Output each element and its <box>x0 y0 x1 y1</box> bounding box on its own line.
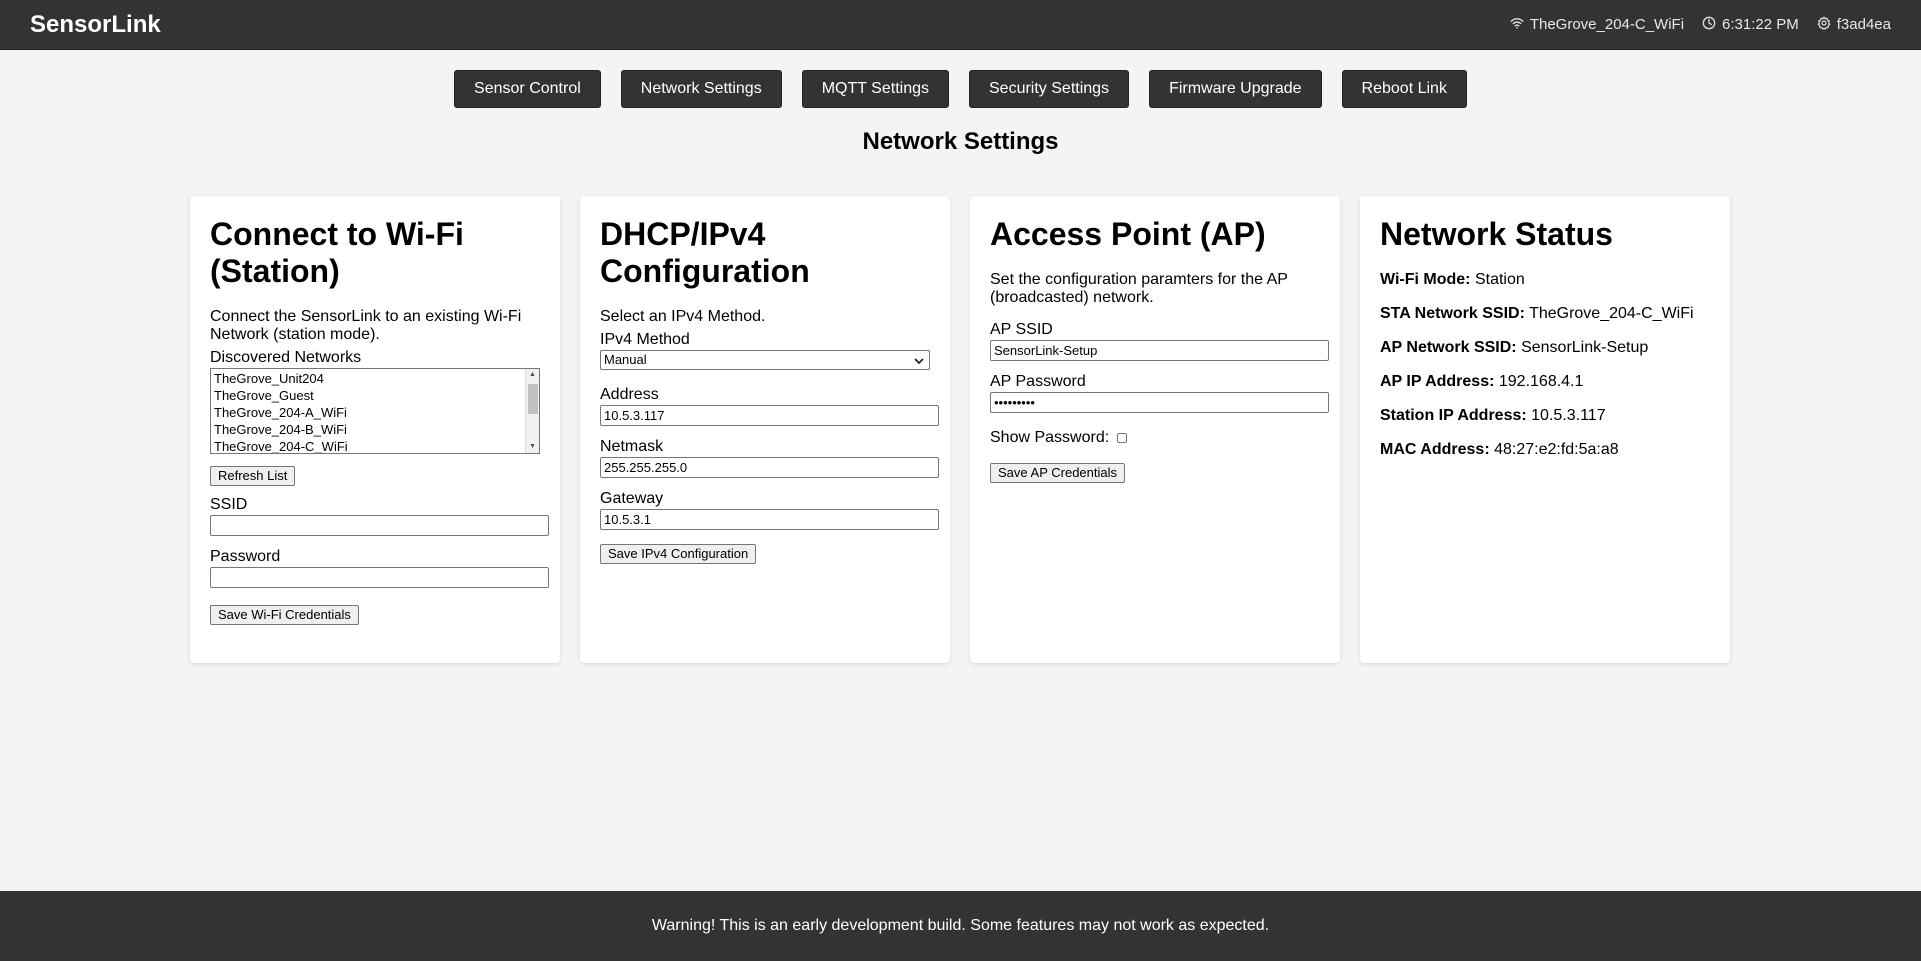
settings-panels: Connect to Wi-Fi (Station) Connect the S… <box>190 196 1730 663</box>
page-title: Network Settings <box>862 128 1059 155</box>
status-key: Station IP Address: <box>1380 407 1527 424</box>
header-status: TheGrove_204-C_WiFi 6:31:22 PM f3ad4ea <box>1510 16 1891 34</box>
nav-security-settings[interactable]: Security Settings <box>969 70 1130 108</box>
address-label: Address <box>600 386 659 403</box>
dhcp-card-title: DHCP/IPv4 Configuration <box>600 216 810 289</box>
status-row-sta-ssid: STA Network SSID: TheGrove_204-C_WiFi <box>1380 305 1710 323</box>
save-wifi-credentials-button[interactable]: Save Wi-Fi Credentials <box>210 605 359 625</box>
scroll-down-icon[interactable]: ▼ <box>529 443 536 451</box>
nav-reboot-link[interactable]: Reboot Link <box>1341 70 1467 108</box>
nav-sensor-control[interactable]: Sensor Control <box>454 70 601 108</box>
nav-network-settings[interactable]: Network Settings <box>620 70 782 108</box>
networks-scrollbar[interactable]: ▲ ▼ <box>525 369 539 453</box>
ap-description: Set the configuration paramters for the … <box>990 271 1288 306</box>
network-item[interactable]: TheGrove_Guest <box>214 387 536 404</box>
show-password-label: Show Password: <box>990 429 1110 446</box>
status-value: 10.5.3.117 <box>1531 407 1606 424</box>
status-key: AP Network SSID: <box>1380 339 1517 356</box>
status-value: TheGrove_204-C_WiFi <box>1529 305 1694 322</box>
show-password-checkbox[interactable] <box>1117 433 1128 443</box>
top-bar: SensorLink TheGrove_204-C_WiFi 6:31:22 P <box>0 0 1921 50</box>
status-value: 192.168.4.1 <box>1498 373 1584 390</box>
ap-ssid-input[interactable] <box>990 340 1329 361</box>
wifi-description: Connect the SensorLink to an existing Wi… <box>210 308 522 343</box>
status-row-wifi-mode: Wi-Fi Mode: Station <box>1380 271 1710 289</box>
network-item[interactable]: TheGrove_204-B_WiFi <box>214 421 536 438</box>
gateway-label: Gateway <box>600 490 664 507</box>
ap-ssid-label: AP SSID <box>990 321 1053 338</box>
ssid-input[interactable] <box>210 515 549 536</box>
device-status: f3ad4ea <box>1817 16 1891 34</box>
footer-warning: Warning! This is an early development bu… <box>0 891 1921 961</box>
wifi-station-card: Connect to Wi-Fi (Station) Connect the S… <box>190 196 560 663</box>
status-value: 48:27:e2:fd:5a:a8 <box>1494 441 1619 458</box>
network-item[interactable]: TheGrove_204-A_WiFi <box>214 404 536 421</box>
scroll-up-icon[interactable]: ▲ <box>529 371 536 379</box>
main-nav: Sensor Control Network Settings MQTT Set… <box>0 70 1921 108</box>
status-row-station-ip: Station IP Address: 10.5.3.117 <box>1380 407 1710 425</box>
network-status-card: Network Status Wi-Fi Mode: Station STA N… <box>1360 196 1730 663</box>
footer-text: Warning! This is an early development bu… <box>651 917 1270 934</box>
networks-label: Discovered Networks <box>210 349 362 366</box>
wifi-ssid: TheGrove_204-C_WiFi <box>1529 16 1685 33</box>
status-key: Wi-Fi Mode: <box>1380 271 1471 288</box>
nav-firmware-upgrade[interactable]: Firmware Upgrade <box>1149 70 1322 108</box>
status-key: AP IP Address: <box>1380 373 1495 390</box>
scroll-thumb[interactable] <box>528 384 538 414</box>
dhcp-ipv4-card: DHCP/IPv4 Configuration Select an IPv4 M… <box>580 196 950 663</box>
status-card-title: Network Status <box>1380 216 1613 252</box>
dhcp-description: Select an IPv4 Method. <box>600 308 766 325</box>
address-input[interactable] <box>600 405 939 426</box>
brand-title: SensorLink <box>30 10 161 38</box>
status-row-mac: MAC Address: 48:27:e2:fd:5a:a8 <box>1380 441 1710 459</box>
status-value: SensorLink-Setup <box>1521 339 1649 356</box>
wifi-status: TheGrove_204-C_WiFi <box>1510 16 1684 34</box>
save-ipv4-button[interactable]: Save IPv4 Configuration <box>600 544 757 564</box>
status-row-ap-ssid: AP Network SSID: SensorLink-Setup <box>1380 339 1710 357</box>
ipv4-method-label: IPv4 Method <box>600 331 690 348</box>
chevron-down-icon <box>913 354 925 366</box>
save-ap-credentials-button[interactable]: Save AP Credentials <box>990 463 1125 483</box>
wifi-icon <box>1510 16 1524 34</box>
gateway-input[interactable] <box>600 509 939 530</box>
clock-time: 6:31:22 PM <box>1722 16 1799 33</box>
ipv4-method-value: Manual <box>604 352 647 367</box>
clock-icon <box>1702 16 1716 34</box>
password-input[interactable] <box>210 567 549 588</box>
wifi-card-title: Connect to Wi-Fi (Station) <box>210 216 464 289</box>
refresh-list-button[interactable]: Refresh List <box>210 466 296 486</box>
show-password-row: Show Password: <box>990 429 1320 447</box>
password-label: Password <box>210 548 281 565</box>
device-id: f3ad4ea <box>1836 16 1891 33</box>
ap-password-label: AP Password <box>990 373 1086 390</box>
ssid-label: SSID <box>210 496 248 513</box>
ap-password-input[interactable] <box>990 392 1329 413</box>
netmask-input[interactable] <box>600 457 939 478</box>
gear-icon <box>1817 16 1831 34</box>
discovered-networks-list[interactable]: TheGrove_Unit204 TheGrove_Guest TheGrove… <box>210 368 540 454</box>
netmask-label: Netmask <box>600 438 664 455</box>
status-key: MAC Address: <box>1380 441 1490 458</box>
network-item[interactable]: TheGrove_Unit204 <box>214 370 536 387</box>
ipv4-method-select[interactable]: Manual <box>600 350 930 370</box>
network-item[interactable]: TheGrove_204-C_WiFi <box>214 438 536 453</box>
status-value: Station <box>1474 271 1525 288</box>
clock-status: 6:31:22 PM <box>1702 16 1799 34</box>
status-row-ap-ip: AP IP Address: 192.168.4.1 <box>1380 373 1710 391</box>
nav-mqtt-settings[interactable]: MQTT Settings <box>801 70 949 108</box>
access-point-card: Access Point (AP) Set the configuration … <box>970 196 1340 663</box>
ap-card-title: Access Point (AP) <box>990 216 1266 252</box>
status-key: STA Network SSID: <box>1380 305 1525 322</box>
